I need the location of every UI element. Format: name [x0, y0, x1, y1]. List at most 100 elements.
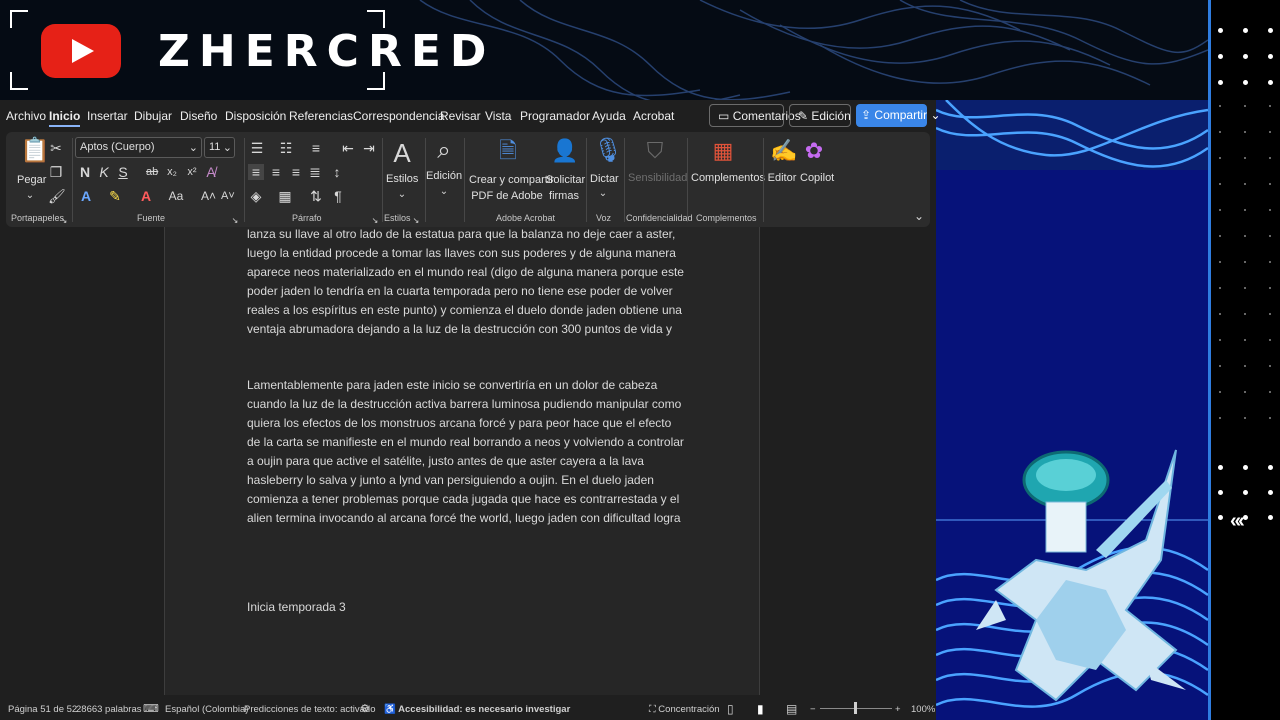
- copy-icon[interactable]: ❐: [48, 164, 64, 180]
- chevron-down-icon[interactable]: ⌄: [396, 187, 408, 203]
- macro-icon[interactable]: ⚙: [360, 702, 370, 715]
- zoom-out-button[interactable]: −: [810, 704, 816, 715]
- tab-disposicion[interactable]: Disposición: [225, 109, 286, 123]
- addins-icon[interactable]: ▦: [711, 138, 735, 164]
- strikethrough-icon[interactable]: ab: [146, 164, 158, 180]
- highlight-icon[interactable]: ✎: [108, 188, 122, 204]
- separator: [687, 138, 688, 222]
- numbering-icon[interactable]: ☷: [277, 140, 295, 156]
- group-label-voice: Voz: [596, 213, 612, 223]
- document-paragraph[interactable]: Lamentablemente para jaden este inicio s…: [247, 376, 685, 528]
- shading-icon[interactable]: ◈: [248, 188, 264, 204]
- borders-icon[interactable]: ▦: [277, 188, 293, 204]
- comments-button[interactable]: ▭ Comentarios: [709, 104, 801, 127]
- grow-font-icon[interactable]: A˄: [201, 188, 216, 204]
- request-signatures-icon[interactable]: 👤: [551, 138, 578, 164]
- text-predictions[interactable]: Predicciones de texto: activado: [244, 704, 376, 715]
- search-icon[interactable]: ⌕: [431, 136, 457, 166]
- paragraph-mark-icon[interactable]: ¶: [331, 188, 345, 204]
- document-paragraph[interactable]: Inicia temporada 3: [247, 598, 685, 617]
- tab-referencias[interactable]: Referencias: [289, 109, 353, 123]
- align-center-icon[interactable]: ≡: [268, 164, 284, 180]
- cut-icon[interactable]: ✂: [48, 140, 64, 156]
- create-pdf-label-line2: PDF de Adobe: [471, 190, 543, 202]
- collapse-ribbon-icon[interactable]: ⌄: [912, 208, 926, 224]
- tab-revisar[interactable]: Revisar: [440, 109, 481, 123]
- zoom-slider-thumb[interactable]: [854, 702, 857, 714]
- clear-formatting-icon[interactable]: A̸: [204, 164, 218, 180]
- page-count[interactable]: Página 51 de 52: [8, 704, 77, 715]
- focus-mode-button[interactable]: ⛶ Concentración: [649, 704, 720, 715]
- pdf-share-icon[interactable]: 🗎: [497, 138, 519, 164]
- accessibility-status[interactable]: ♿ Accesibilidad: es necesario investigar: [384, 704, 570, 715]
- read-mode-icon[interactable]: ▯: [727, 702, 734, 716]
- copilot-icon[interactable]: ✿: [802, 138, 826, 164]
- tab-insertar[interactable]: Insertar: [87, 109, 128, 123]
- line-spacing-icon[interactable]: ↕: [328, 164, 346, 180]
- tab-programador[interactable]: Programador: [520, 109, 590, 123]
- styles-icon[interactable]: A: [389, 138, 415, 168]
- underline-icon[interactable]: S: [117, 164, 129, 180]
- tab-acrobat[interactable]: Acrobat: [633, 109, 674, 123]
- web-layout-icon[interactable]: ▤: [786, 702, 797, 716]
- superscript-icon[interactable]: x²: [186, 164, 198, 180]
- multilevel-list-icon[interactable]: ≡: [307, 140, 325, 156]
- chevron-down-icon[interactable]: ⌄: [597, 186, 609, 202]
- font-name-select[interactable]: Aptos (Cuerpo) ⌄: [75, 137, 202, 158]
- print-layout-icon[interactable]: ▮: [757, 702, 764, 716]
- styles-button[interactable]: Estilos: [386, 173, 418, 185]
- request-signatures-label-line1: Solicitar: [546, 174, 586, 186]
- stream-banner: ZHERCRED: [0, 0, 1208, 100]
- microphone-icon[interactable]: 🎙: [593, 136, 623, 166]
- subscript-icon[interactable]: x₂: [166, 164, 178, 180]
- dot: [1244, 131, 1246, 133]
- paste-button[interactable]: Pegar: [17, 174, 46, 186]
- separator: [244, 138, 245, 222]
- tab-vista[interactable]: Vista: [485, 109, 511, 123]
- align-right-icon[interactable]: ≡: [288, 164, 304, 180]
- tab-dibujar[interactable]: Dibujar: [134, 109, 172, 123]
- sort-icon[interactable]: ⇅: [309, 188, 323, 204]
- justify-icon[interactable]: ≣: [307, 164, 323, 180]
- align-left-icon[interactable]: ≡: [248, 164, 264, 180]
- proofing-icon[interactable]: ⌨: [143, 702, 159, 715]
- decrease-indent-icon[interactable]: ⇤: [340, 140, 356, 156]
- copilot-button[interactable]: Copilot: [800, 172, 834, 184]
- font-size-select[interactable]: 11 ⌄: [204, 137, 235, 158]
- document-paragraph[interactable]: lanza su llave al otro lado de la estatu…: [247, 225, 685, 339]
- editor-icon[interactable]: ✍: [770, 138, 797, 164]
- document-page[interactable]: lanza su llave al otro lado de la estatu…: [164, 227, 760, 695]
- dot: [1269, 339, 1271, 341]
- shrink-font-icon[interactable]: A˅: [221, 188, 235, 204]
- share-button[interactable]: ⇪ Compartir ⌄: [856, 104, 941, 127]
- zoom-level[interactable]: 100%: [911, 704, 935, 715]
- dot: [1243, 80, 1248, 85]
- bullets-icon[interactable]: ☰: [248, 140, 266, 156]
- tab-diseno[interactable]: Diseño: [180, 109, 217, 123]
- editing-mode-button[interactable]: ✎ Edición ⌄: [789, 104, 864, 127]
- clipboard-icon[interactable]: 📋: [20, 138, 50, 164]
- tab-correspondencia[interactable]: Correspondencia: [353, 109, 444, 123]
- bold-icon[interactable]: N: [79, 164, 91, 180]
- italic-icon[interactable]: K: [98, 164, 110, 180]
- tab-archivo[interactable]: Archivo: [6, 109, 46, 123]
- zoom-in-button[interactable]: +: [895, 704, 901, 715]
- addins-button[interactable]: Complementos: [691, 172, 765, 184]
- chevron-down-icon[interactable]: ⌄: [24, 188, 36, 204]
- language[interactable]: Español (Colombia): [165, 704, 248, 715]
- increase-indent-icon[interactable]: ⇥: [361, 140, 377, 156]
- format-painter-icon[interactable]: 🖌: [48, 188, 66, 204]
- tab-inicio[interactable]: Inicio: [49, 109, 81, 127]
- editing-button[interactable]: Edición: [426, 170, 462, 182]
- request-signatures-button[interactable]: Solicitar firmas: [546, 172, 586, 204]
- chevron-down-icon[interactable]: ⌄: [438, 184, 450, 200]
- font-color-icon[interactable]: A: [139, 188, 153, 204]
- create-pdf-button[interactable]: Crear y compartir PDF de Adobe: [469, 172, 554, 204]
- tab-ayuda[interactable]: Ayuda: [592, 109, 626, 123]
- editor-button[interactable]: Editor: [767, 172, 797, 184]
- separator: [464, 138, 465, 222]
- word-count[interactable]: 28663 palabras: [76, 704, 142, 715]
- change-case-icon[interactable]: Aa: [167, 188, 185, 204]
- dictate-button[interactable]: Dictar: [590, 173, 619, 185]
- text-effects-icon[interactable]: A: [79, 188, 93, 204]
